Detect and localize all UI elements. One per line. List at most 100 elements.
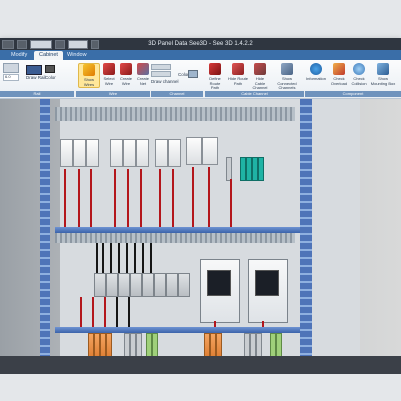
wire[interactable] [90,169,92,229]
relay[interactable] [118,273,130,297]
channel-color-swatch[interactable] [188,70,198,78]
wire[interactable] [150,243,152,273]
wire[interactable] [192,167,194,227]
show-mounting-box-button[interactable]: Show Mounting Box [370,63,396,86]
show-connected-channels-button[interactable]: Show Connected Channels [272,63,302,91]
contactor[interactable] [186,137,202,165]
create-wire-button[interactable]: Create Wire [118,63,134,86]
breaker[interactable] [136,139,149,167]
breaker[interactable] [123,139,136,167]
wire[interactable] [230,179,232,229]
check-collision-button[interactable]: Check Collision [350,63,368,86]
draw-rail-label[interactable]: Draw Rail [26,75,46,80]
select-wire-button[interactable]: Select Wire [101,63,117,86]
ribbon: 6.0 Draw Rail Color Show Wires Select Wi… [0,60,401,99]
terminal-block[interactable] [216,333,222,356]
hide-route-icon [232,63,244,75]
wire[interactable] [110,243,112,273]
terminal-block[interactable] [152,333,158,356]
relay[interactable] [178,273,190,297]
group-label-cable-channel: Cable Channel [205,91,304,97]
collision-icon [353,63,365,75]
terminal-block[interactable] [258,157,264,181]
group-label-wire: Wire [76,91,150,97]
channel-size-field[interactable] [151,64,171,70]
tab-window[interactable]: Window [62,51,92,60]
terminal-block[interactable] [136,333,142,356]
route-path-icon [209,63,221,75]
drive-display [255,270,279,296]
wire[interactable] [118,243,120,273]
create-net-button[interactable]: Create Net [135,63,151,86]
right-mounting-rail [300,99,312,356]
relay[interactable] [106,273,118,297]
left-mounting-rail [40,99,50,356]
wire[interactable] [96,243,98,273]
wire[interactable] [64,169,66,229]
terminal-block[interactable] [276,333,282,356]
show-wires-button[interactable]: Show Wires [78,63,100,88]
relay[interactable] [142,273,154,297]
wire[interactable] [159,169,161,229]
monitor-bezel [0,356,401,374]
breaker[interactable] [73,139,86,167]
rail-size-value: 6.0 [5,74,11,79]
relay[interactable] [94,273,106,297]
check-overload-button[interactable]: Check Overload [330,63,348,86]
ribbon-tabs: Modify Cabinet Window [0,50,401,60]
define-route-path-button[interactable]: Define Route Path [206,63,224,91]
wire[interactable] [92,297,94,327]
wire[interactable] [78,169,80,229]
info-icon [310,63,322,75]
wire[interactable] [80,297,82,327]
relay[interactable] [166,273,178,297]
title-bar: 3D Panel Data See3D - See 3D 1.4.2.2 [0,38,401,50]
contactor[interactable] [202,137,218,165]
terminal-block[interactable] [256,333,262,356]
wire[interactable] [104,297,106,327]
page-background-bottom [0,374,401,401]
relay[interactable] [154,273,166,297]
wire[interactable] [208,167,210,227]
rail-color-label[interactable]: Color [45,75,56,80]
breaker[interactable] [60,139,73,167]
wire[interactable] [142,243,144,273]
wire[interactable] [128,297,130,327]
create-net-icon [137,63,149,75]
draw-rail-icon[interactable] [26,65,42,75]
breaker[interactable] [110,139,123,167]
information-button[interactable]: Information [306,63,326,82]
window-title: 3D Panel Data See3D - See 3D 1.4.2.2 [148,41,253,47]
wire[interactable] [127,169,129,229]
show-wires-icon [83,64,95,76]
hide-route-path-button[interactable]: Hide Route Path [228,63,248,86]
terminal-block[interactable] [106,333,112,356]
wire[interactable] [140,169,142,229]
wire[interactable] [116,297,118,327]
terminal-block[interactable] [226,157,232,181]
3d-viewport[interactable] [0,99,401,356]
wire[interactable] [102,243,104,273]
wire[interactable] [126,243,128,273]
draw-channel-label[interactable]: Draw channel [151,79,179,84]
breaker[interactable] [155,139,168,167]
frequency-drive[interactable] [248,259,288,323]
group-label-component: Component [305,91,401,97]
breaker[interactable] [86,139,99,167]
wire[interactable] [172,169,174,229]
mounting-box-icon [377,63,389,75]
channel-size-field[interactable] [151,71,171,77]
wire[interactable] [114,169,116,229]
connected-channels-icon [281,63,293,75]
wire[interactable] [134,243,136,273]
rail-color-swatch[interactable] [45,65,55,73]
breaker[interactable] [168,139,181,167]
tab-modify[interactable]: Modify [6,51,32,60]
hide-cable-channel-button[interactable]: Hide Cable Channel [251,63,269,91]
create-wire-icon [120,63,132,75]
relay[interactable] [130,273,142,297]
rail-icon[interactable] [3,63,19,73]
frequency-drive[interactable] [200,259,240,323]
tab-cabinet[interactable]: Cabinet [34,51,63,60]
cable-duct-middle [55,233,295,243]
